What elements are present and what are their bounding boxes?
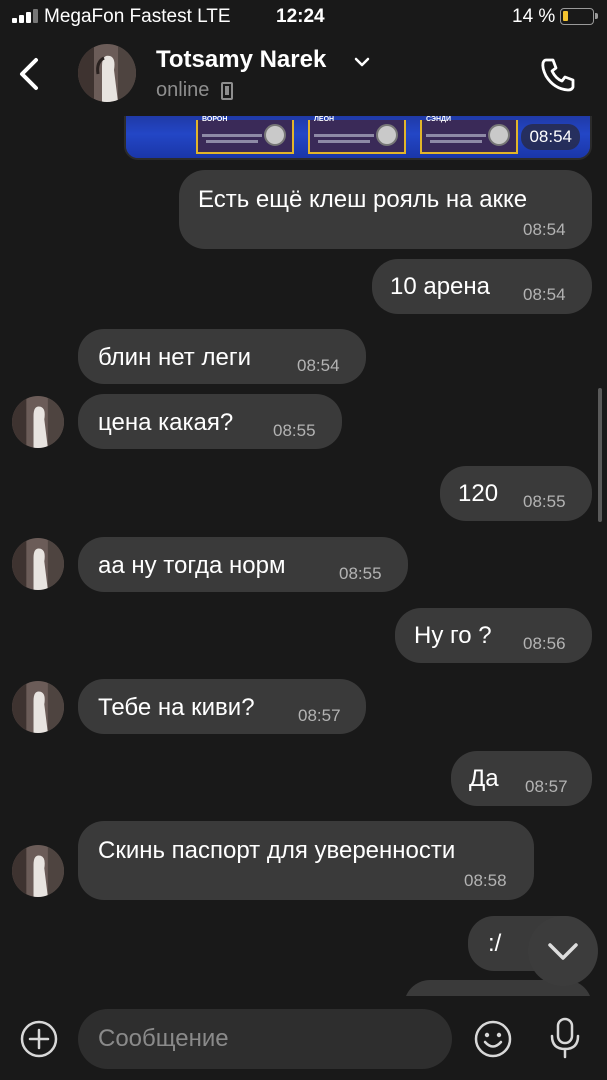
attach-button[interactable] (20, 1020, 58, 1058)
incoming-message[interactable]: Скинь паспорт для уверенности 08:58 (78, 821, 534, 900)
chevron-down-icon[interactable] (352, 52, 372, 72)
battery-fill (563, 11, 568, 21)
image-card: ВОРОН (196, 116, 294, 154)
lock-icon (488, 124, 510, 146)
contact-status: online (156, 79, 210, 101)
contact-avatar[interactable] (12, 681, 64, 733)
chevron-down-icon (548, 943, 578, 960)
incoming-message[interactable]: Тебе на киви? 08:57 (78, 679, 366, 734)
back-chevron-icon (20, 58, 38, 90)
carrier-label: MegaFon Fastest LTE (44, 6, 231, 27)
image-card: ЛЕОН (308, 116, 406, 154)
message-text: Есть ещё клеш рояль на акке (198, 186, 528, 213)
card-caption: СЭНДИ (426, 116, 452, 123)
message-time: 08:54 (521, 124, 580, 150)
outgoing-message[interactable]: 10 арена 08:54 (372, 259, 592, 314)
emoji-icon (474, 1020, 512, 1058)
battery-percent: 14 % (512, 6, 556, 27)
lock-icon (376, 124, 398, 146)
phone-icon (541, 58, 575, 92)
message-time: 08:55 (523, 492, 566, 511)
call-button[interactable] (538, 54, 578, 94)
message-text: Тебе на киви? (98, 694, 255, 721)
contact-avatar[interactable] (12, 845, 64, 897)
message-time: 08:58 (464, 871, 507, 890)
message-input[interactable] (78, 1009, 452, 1069)
incoming-message[interactable]: аа ну тогда норм 08:55 (78, 537, 408, 592)
card-caption: ВОРОН (202, 116, 228, 123)
message-time: 08:54 (523, 220, 566, 239)
outgoing-message[interactable]: Есть ещё клеш рояль на акке 08:54 (179, 170, 592, 249)
back-button[interactable] (14, 52, 48, 96)
message-time: 08:55 (339, 564, 382, 583)
chat-header: Totsamy Narek online (0, 34, 607, 116)
message-time: 08:55 (273, 421, 316, 440)
contact-avatar[interactable] (12, 538, 64, 590)
plus-circle-icon (20, 1020, 58, 1058)
signal-icon (12, 9, 38, 23)
scrollbar[interactable] (598, 388, 602, 522)
incoming-message[interactable]: блин нет леги 08:54 (78, 329, 366, 384)
message-text: Да (469, 765, 499, 792)
microphone-icon (550, 1017, 580, 1059)
contact-name[interactable]: Totsamy Narek (156, 46, 326, 74)
contact-avatar[interactable] (78, 44, 136, 102)
message-time: 08:54 (523, 285, 566, 304)
message-text: :/ (488, 930, 502, 957)
message-time: 08:56 (523, 634, 566, 653)
message-text: аа ну тогда норм (98, 552, 286, 579)
message-time: 08:57 (298, 706, 341, 725)
voice-record-button[interactable] (548, 1016, 582, 1060)
message-text: 10 арена (390, 273, 491, 300)
message-text: цена какая? (98, 409, 234, 436)
card-caption: ЛЕОН (314, 116, 335, 123)
battery-icon (560, 8, 598, 25)
phone-device-icon (221, 82, 233, 100)
emoji-button[interactable] (474, 1020, 512, 1058)
outgoing-message[interactable]: Да 08:57 (451, 751, 592, 806)
message-text: Ну го ? (414, 622, 492, 649)
message-text: Скинь паспорт для уверенности (98, 837, 456, 864)
composer-bar (0, 996, 607, 1080)
image-card: СЭНДИ (420, 116, 518, 154)
lock-icon (264, 124, 286, 146)
scroll-down-button[interactable] (528, 916, 598, 986)
status-time: 12:24 (276, 6, 325, 27)
contact-avatar[interactable] (12, 396, 64, 448)
outgoing-message[interactable]: Ну го ? 08:56 (395, 608, 592, 663)
status-bar: MegaFon Fastest LTE 12:24 14 % (0, 0, 607, 34)
message-text: 120 (458, 480, 499, 507)
message-text: блин нет леги (98, 344, 251, 371)
incoming-message[interactable]: цена какая? 08:55 (78, 394, 342, 449)
message-time: 08:57 (525, 777, 568, 796)
outgoing-message[interactable]: 120 08:55 (440, 466, 592, 521)
message-time: 08:54 (297, 356, 340, 375)
